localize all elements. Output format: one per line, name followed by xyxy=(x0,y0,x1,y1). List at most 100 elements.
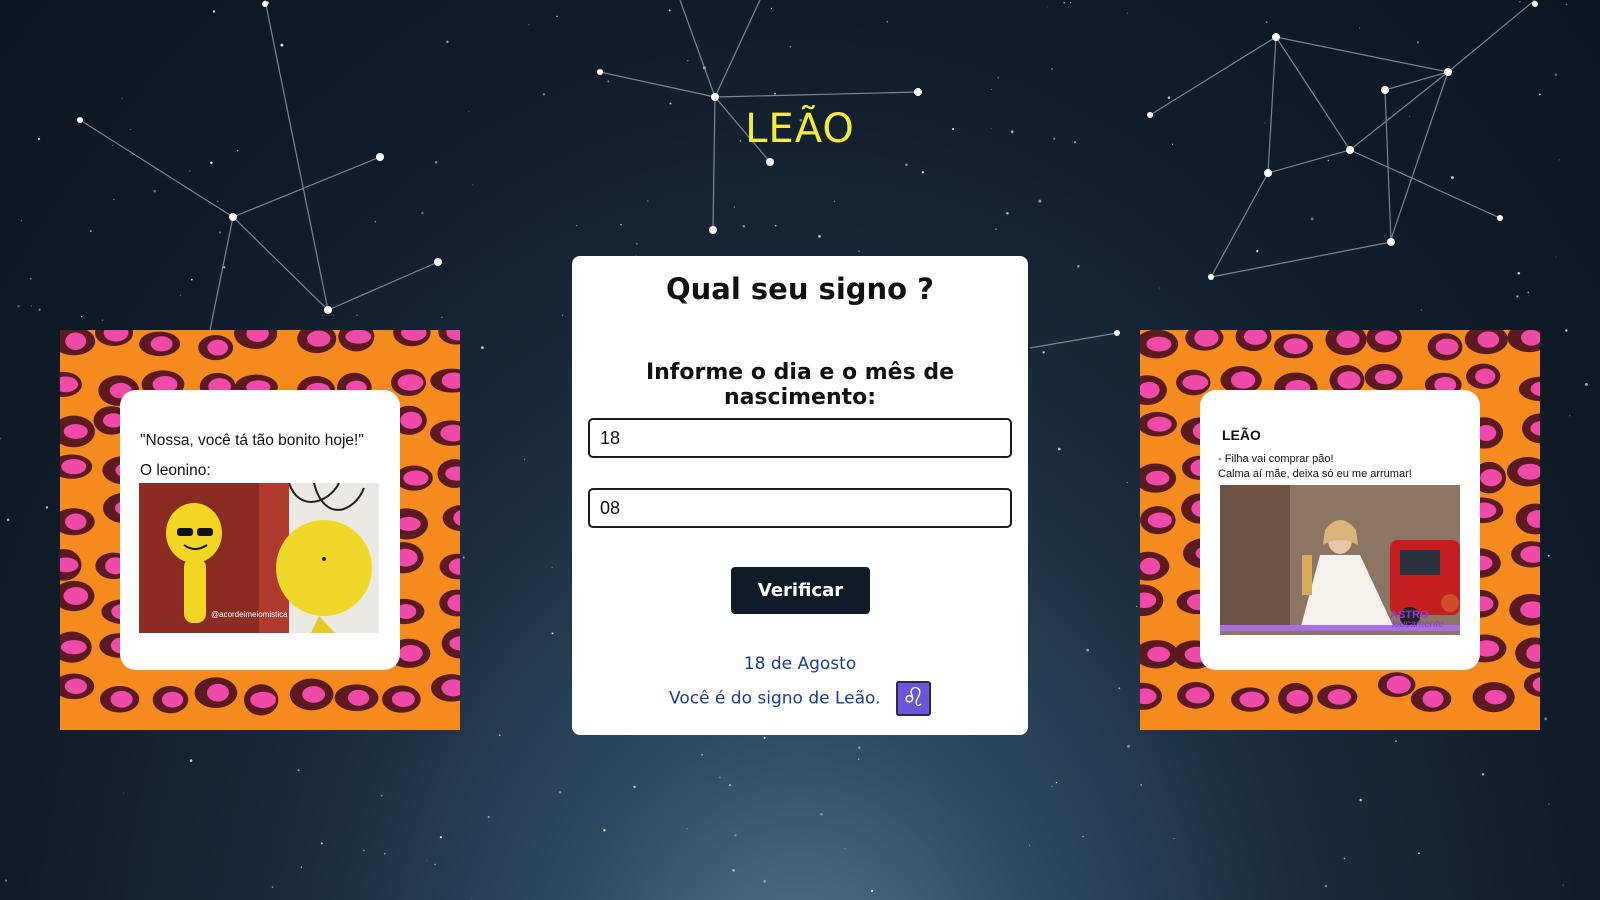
bride-photo: ASTRO loucamente xyxy=(1220,485,1460,635)
star xyxy=(858,758,860,760)
star xyxy=(89,230,92,233)
star xyxy=(1562,884,1564,886)
star xyxy=(833,200,835,202)
star xyxy=(1140,784,1142,786)
star xyxy=(763,879,767,883)
leopard-spot-inner xyxy=(1239,691,1265,708)
star xyxy=(1082,835,1084,838)
star xyxy=(121,98,123,100)
star xyxy=(1051,785,1053,788)
star xyxy=(271,886,274,888)
star xyxy=(1063,1,1066,4)
star xyxy=(269,33,271,35)
star xyxy=(123,792,124,794)
star xyxy=(635,242,638,245)
star xyxy=(1481,773,1485,776)
leopard-spot-inner xyxy=(345,330,372,344)
star xyxy=(6,518,10,522)
star xyxy=(1126,482,1128,484)
star xyxy=(470,898,472,900)
leopard-spot-inner xyxy=(1484,689,1507,705)
star xyxy=(646,200,649,202)
meme-image-right: LEÃO - Filha vai comprar pão! Calma aí m… xyxy=(1140,330,1540,730)
star xyxy=(218,231,222,234)
star xyxy=(0,437,2,440)
leopard-spot-inner xyxy=(1480,469,1502,487)
star xyxy=(1324,884,1328,888)
meme-quote: "Nossa, você tá tão bonito hoje!" xyxy=(140,432,364,449)
leopard-spot-inner xyxy=(63,587,89,606)
star xyxy=(844,848,846,850)
leopard-spot-inner xyxy=(1374,330,1398,345)
meme-caption: O leonino: xyxy=(140,462,211,479)
meme-card-left: "Nossa, você tá tão bonito hoje!" O leon… xyxy=(120,390,400,670)
star xyxy=(528,24,530,26)
star xyxy=(462,556,465,559)
star xyxy=(1547,554,1550,557)
star xyxy=(551,632,554,635)
star xyxy=(1527,291,1530,294)
leopard-spot-inner xyxy=(1435,338,1459,355)
leopard-spot-inner xyxy=(1337,371,1361,389)
star xyxy=(1046,6,1048,8)
leopard-spot-inner xyxy=(1477,331,1500,348)
star xyxy=(38,308,41,311)
star xyxy=(620,223,622,226)
page-title: LEÃO xyxy=(745,106,855,152)
star xyxy=(1050,67,1053,70)
meme-watermark: @acordeimeiomistica xyxy=(211,610,288,619)
leopard-spot-inner xyxy=(1147,646,1170,662)
star xyxy=(212,10,216,13)
star xyxy=(441,316,443,319)
star xyxy=(905,163,908,167)
leopard-spot-inner xyxy=(396,516,421,531)
star xyxy=(1538,93,1541,96)
leopard-spot-inner xyxy=(403,470,429,486)
star xyxy=(4,879,8,882)
leopard-spot-inner xyxy=(207,339,228,356)
star xyxy=(1418,852,1420,855)
star xyxy=(562,314,564,316)
star xyxy=(1159,287,1161,289)
star xyxy=(1548,803,1550,805)
meme-image-left: "Nossa, você tá tão bonito hoje!" O leon… xyxy=(60,330,460,730)
star xyxy=(374,220,377,223)
leopard-spot-inner xyxy=(64,678,87,695)
leopard-spot-inner xyxy=(1185,687,1210,704)
star xyxy=(481,346,484,349)
star xyxy=(297,273,299,275)
star xyxy=(575,224,578,227)
star xyxy=(297,769,300,772)
star xyxy=(1565,329,1568,332)
month-input[interactable] xyxy=(588,488,1012,528)
star xyxy=(701,753,703,756)
leopard-spot-inner xyxy=(1386,675,1411,694)
star xyxy=(1584,382,1588,386)
star xyxy=(871,889,874,893)
star xyxy=(686,828,688,830)
star xyxy=(1565,4,1567,6)
result-date: 18 de Agosto xyxy=(743,654,857,674)
verify-button[interactable]: Verificar xyxy=(731,567,870,614)
leopard-spot-inner xyxy=(150,336,173,352)
star xyxy=(1029,844,1030,846)
star xyxy=(1395,740,1397,742)
leopard-spot-inner xyxy=(1336,330,1360,348)
star xyxy=(858,250,860,252)
star xyxy=(732,869,735,872)
star xyxy=(1126,12,1128,14)
star xyxy=(1167,96,1171,99)
star xyxy=(434,160,438,164)
star xyxy=(216,200,219,203)
leopard-spot-inner xyxy=(63,423,88,439)
star xyxy=(300,866,302,868)
star xyxy=(1057,447,1061,451)
leopard-spot-inner xyxy=(1374,370,1397,385)
star xyxy=(774,224,777,227)
day-input[interactable] xyxy=(588,418,1012,458)
star xyxy=(1420,309,1422,311)
star xyxy=(742,224,746,228)
star xyxy=(734,834,737,837)
star xyxy=(1544,717,1548,721)
star xyxy=(1127,744,1131,748)
